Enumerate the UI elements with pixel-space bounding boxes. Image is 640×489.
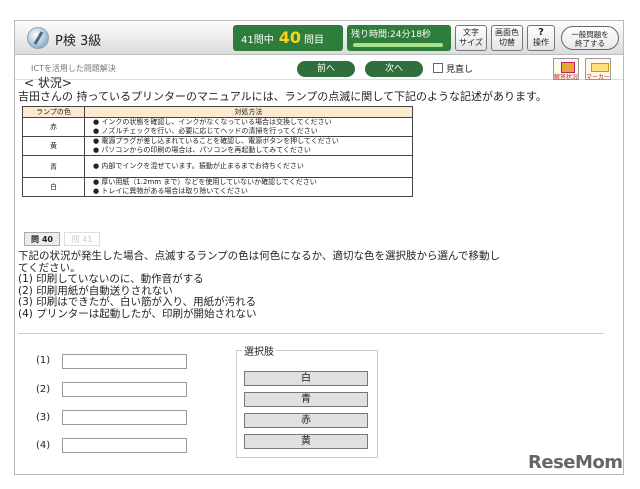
question-counter: 41問中 40 問目 bbox=[233, 25, 343, 51]
action-text: ● 厚い用紙（1.2mm まで）などを使用していないか確認してください ● トレイ… bbox=[84, 177, 413, 197]
question-prefix: 41問中 bbox=[241, 35, 274, 46]
answer-label-4: (4) bbox=[36, 440, 51, 451]
sub-toolbar: ICTを活用した問題解決 前へ 次へ 見直し 解答状況 マーカー bbox=[15, 56, 623, 81]
resemom-watermark: ReseMom bbox=[528, 452, 623, 473]
table-header-action: 対処方法 bbox=[84, 106, 413, 118]
table-header-row: ランプの色 対処方法 bbox=[22, 106, 413, 118]
exam-name: P検 3級 bbox=[55, 34, 102, 49]
lamp-color: 黄 bbox=[22, 136, 85, 156]
help-icon: ? bbox=[538, 27, 544, 38]
choice-red[interactable]: 赤 bbox=[244, 413, 368, 428]
choices-title: 選択肢 bbox=[242, 343, 276, 358]
choice-yellow[interactable]: 黄 bbox=[244, 434, 368, 449]
category-label: ICTを活用した問題解決 bbox=[31, 64, 116, 73]
end-section-button[interactable]: 一般問題を 終了する bbox=[561, 26, 619, 50]
divider bbox=[18, 333, 604, 334]
table-row: 赤 ● インクの状態を確認し、インクがなくなっている場合は交換してください ● ノ… bbox=[22, 117, 413, 137]
time-remaining: 残り時間:24分18秒 bbox=[347, 25, 451, 51]
answer-drop-slot-4[interactable] bbox=[62, 438, 187, 453]
top-bar: P検 3級 41問中 40 問目 残り時間:24分18秒 文字 サイズ 画面色 切替 ?… bbox=[15, 21, 623, 55]
situation-text: 吉田さんの 持っているプリンターのマニュアルには、ランプの点滅に関して下記のよう… bbox=[18, 90, 547, 103]
tab-question-40[interactable]: 問 40 bbox=[24, 232, 60, 246]
lamp-color: 青 bbox=[22, 155, 85, 178]
review-checkbox[interactable] bbox=[433, 63, 443, 73]
text-size-button[interactable]: 文字 サイズ bbox=[455, 25, 487, 51]
answer-label-1: (1) bbox=[36, 355, 51, 366]
table-header-color: ランプの色 bbox=[22, 106, 85, 118]
p-exam-logo-icon bbox=[27, 27, 49, 49]
choice-white[interactable]: 白 bbox=[244, 371, 368, 386]
review-label: 見直し bbox=[446, 65, 474, 75]
marker-button[interactable]: マーカー bbox=[585, 58, 611, 81]
question-text: 下記の状況が発生した場合、点滅するランプの色は何色になるか、適切な色を選択肢から… bbox=[18, 250, 500, 320]
table-row: 白 ● 厚い用紙（1.2mm まで）などを使用していないか確認してください ● ト… bbox=[22, 177, 413, 197]
answer-status-button[interactable]: 解答状況 bbox=[553, 58, 579, 81]
current-question-number: 40 bbox=[278, 28, 301, 47]
answer-drop-slot-1[interactable] bbox=[62, 354, 187, 369]
answer-drop-slot-2[interactable] bbox=[62, 382, 187, 397]
lamp-color: 白 bbox=[22, 177, 85, 197]
table-row: 黄 ● 電源プラグが差し込まれていることを確認し、電源ボタンを押してください ● … bbox=[22, 136, 413, 156]
time-progress-bar bbox=[353, 43, 443, 47]
answer-label-3: (3) bbox=[36, 412, 51, 423]
answer-drop-slot-3[interactable] bbox=[62, 410, 187, 425]
next-button[interactable]: 次へ bbox=[365, 61, 423, 77]
lamp-color: 赤 bbox=[22, 117, 85, 137]
lamp-table: ランプの色 対処方法 赤 ● インクの状態を確認し、インクがなくなっている場合は… bbox=[22, 106, 413, 197]
prev-button[interactable]: 前へ bbox=[297, 61, 355, 77]
help-button[interactable]: ? 操作 bbox=[527, 25, 555, 51]
screen-color-button[interactable]: 画面色 切替 bbox=[491, 25, 523, 51]
action-text: ● 内部でインクを混ぜています。振動が止まるまでお待ちください bbox=[84, 155, 413, 178]
action-text: ● インクの状態を確認し、インクがなくなっている場合は交換してください ● ノズル… bbox=[84, 117, 413, 137]
answer-label-2: (2) bbox=[36, 384, 51, 395]
action-text: ● 電源プラグが差し込まれていることを確認し、電源ボタンを押してください ● パソ… bbox=[84, 136, 413, 156]
table-row: 青 ● 内部でインクを混ぜています。振動が止まるまでお待ちください bbox=[22, 155, 413, 178]
choice-blue[interactable]: 青 bbox=[244, 392, 368, 407]
timer-text: 残り時間:24分18秒 bbox=[351, 30, 431, 40]
tab-question-41[interactable]: 問 41 bbox=[64, 232, 100, 246]
question-suffix: 問目 bbox=[304, 35, 324, 46]
